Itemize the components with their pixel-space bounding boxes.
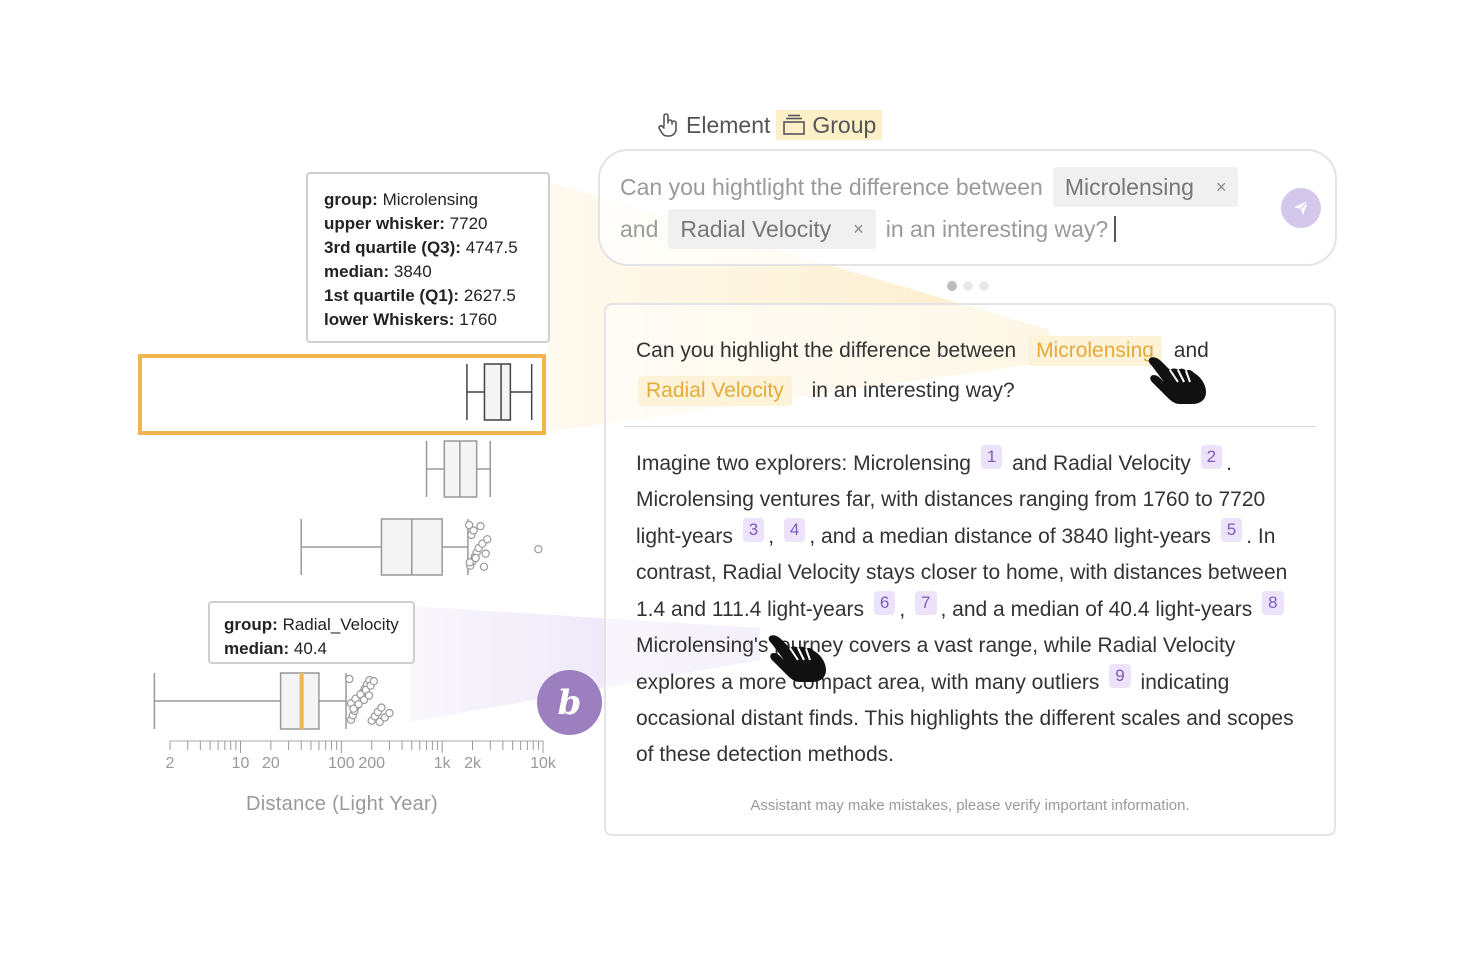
- prompt-input[interactable]: Can you hightlight the difference betwee…: [598, 149, 1337, 266]
- reference-tag[interactable]: 1: [980, 445, 1003, 469]
- question-suffix: in an interesting way?: [811, 379, 1015, 402]
- user-question: Can you highlight the difference between…: [636, 331, 1316, 411]
- outlier-point: [469, 526, 478, 535]
- chip-microlensing[interactable]: Microlensing ×: [1052, 167, 1239, 207]
- tooltip-row: 3rd quartile (Q3): 4747.5: [324, 238, 518, 257]
- assistant-answer: Imagine two explorers: Microlensing 1 an…: [636, 445, 1308, 773]
- question-prefix: Can you highlight the difference between: [636, 339, 1017, 362]
- tooltip-microlensing: group: Microlensing upper whisker: 7720 …: [306, 172, 550, 343]
- tooltip-row: 1st quartile (Q1): 2627.5: [324, 286, 516, 305]
- carousel-dot[interactable]: [979, 281, 989, 291]
- outlier-point: [345, 674, 354, 684]
- answer-text: ,: [899, 598, 906, 621]
- prompt-line-2: and Radial Velocity × in an interesting …: [620, 209, 1117, 249]
- prompt-line-1: Can you hightlight the difference betwee…: [620, 167, 1248, 207]
- mode-group-label: Group: [812, 111, 877, 138]
- outlier-point: [471, 553, 480, 563]
- layers-icon: [783, 114, 806, 135]
- outlier-point: [479, 562, 489, 571]
- disclaimer: Assistant may make mistakes, please veri…: [750, 797, 1190, 814]
- reference-tag[interactable]: 5: [1220, 518, 1243, 542]
- pointer-hand-icon: [658, 113, 677, 137]
- answer-text: , and a median distance of 3840 light-ye…: [809, 525, 1211, 548]
- carousel-dot[interactable]: [947, 281, 957, 291]
- term-radial-velocity[interactable]: Radial Velocity: [638, 376, 792, 406]
- send-button[interactable]: [1281, 188, 1321, 228]
- outlier-point: [534, 544, 543, 554]
- carousel-dot[interactable]: [963, 281, 973, 291]
- reference-tag[interactable]: 2: [1200, 445, 1223, 469]
- x-tick-label: 200: [358, 755, 385, 772]
- outlier-point: [483, 535, 492, 544]
- reference-tag[interactable]: 9: [1109, 664, 1131, 688]
- hand-cursor-icon: [766, 630, 830, 684]
- remove-chip-icon[interactable]: ×: [1216, 177, 1227, 198]
- x-tick-label: 100: [328, 755, 355, 772]
- hand-cursor-icon: [1146, 352, 1210, 406]
- prompt-suffix: in an interesting way?: [885, 215, 1109, 242]
- chat-panel: Can you highlight the difference between…: [604, 303, 1336, 836]
- selection-mode-bar: Element Group: [650, 110, 883, 140]
- divider: [624, 426, 1316, 427]
- tooltip-row: group: Microlensing: [324, 190, 478, 209]
- x-tick-label: 2k: [464, 755, 482, 772]
- tooltip-radial-velocity: group: Radial_Velocity median: 40.4: [208, 601, 415, 664]
- outlier-point: [369, 677, 379, 686]
- reference-tag[interactable]: 6: [873, 591, 896, 615]
- answer-text: Imagine two explorers: Microlensing: [636, 452, 971, 475]
- mode-group[interactable]: Group: [776, 110, 883, 140]
- reference-tag[interactable]: 8: [1262, 591, 1284, 615]
- reference-tag[interactable]: 7: [915, 591, 937, 615]
- reference-tag[interactable]: 4: [783, 518, 806, 542]
- prompt-and: and: [620, 215, 659, 242]
- prompt-prefix: Can you hightlight the difference betwee…: [620, 173, 1043, 200]
- chip-label: Radial Velocity: [680, 215, 832, 242]
- x-axis-title: Distance (Light Year): [246, 793, 438, 815]
- x-tick-label: 1k: [434, 755, 452, 772]
- mode-element[interactable]: Element: [650, 110, 776, 140]
- outlier-point: [385, 708, 394, 718]
- tooltip-row: lower Whiskers: 1760: [324, 310, 497, 329]
- chip-radial-velocity[interactable]: Radial Velocity ×: [668, 209, 876, 249]
- answer-text: ,: [768, 525, 775, 548]
- carousel-dots: [947, 281, 989, 291]
- tooltip-row: median: 40.4: [224, 639, 328, 658]
- text-caret: [1114, 216, 1117, 242]
- mode-element-label: Element: [686, 111, 771, 138]
- tooltip-row: group: Radial_Velocity: [224, 615, 399, 634]
- outlier-point: [377, 703, 386, 712]
- answer-text: and Radial Velocity: [1012, 452, 1191, 475]
- x-tick-label: 10k: [530, 755, 557, 772]
- answer-text: , and a median of 40.4 light-years: [940, 598, 1253, 621]
- chip-label: Microlensing: [1064, 173, 1194, 200]
- reference-tag[interactable]: 3: [742, 518, 765, 542]
- paper-plane-icon: [1294, 200, 1309, 215]
- outlier-point: [364, 691, 374, 700]
- x-tick-label: 2: [166, 755, 175, 772]
- term-microlensing[interactable]: Microlensing: [1028, 336, 1162, 366]
- outlier-point: [481, 549, 490, 558]
- panel-label-badge: b: [537, 670, 602, 735]
- x-tick-label: 10: [232, 755, 250, 772]
- selected-box-highlight: [138, 354, 546, 435]
- tooltip-row: upper whisker: 7720: [324, 214, 488, 233]
- outlier-point: [476, 521, 485, 531]
- tooltip-row: median: 3840: [324, 262, 432, 281]
- x-tick-label: 20: [262, 755, 280, 772]
- remove-chip-icon[interactable]: ×: [853, 219, 864, 240]
